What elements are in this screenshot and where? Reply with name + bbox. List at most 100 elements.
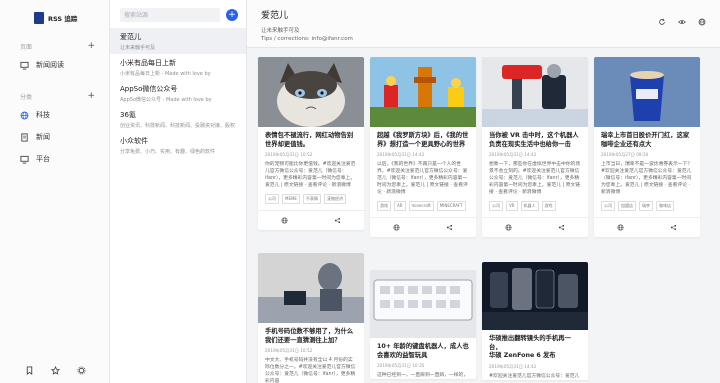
article-thumbnail <box>370 57 476 127</box>
globe-icon[interactable] <box>281 217 288 224</box>
page-title: 爱范儿 <box>261 11 289 21</box>
tag[interactable]: 游戏 <box>377 201 391 211</box>
card-actions <box>258 210 364 230</box>
source-item[interactable]: 36氪 创业资讯、科技新闻、科技新闻、投融资对接、股权 <box>110 106 246 132</box>
article-thumbnail <box>482 57 588 127</box>
globe-icon[interactable] <box>393 224 400 231</box>
source-subtitle: AppSo微信公众号 - Made with love by <box>120 97 212 103</box>
globe-icon[interactable] <box>617 224 624 231</box>
article-card[interactable]: 超越《我罗斯方块》后，《我的世界》想打造一个更具野心的世界 2019年05月31… <box>370 57 476 237</box>
card-date: 2019年05月31日 10:35 <box>377 363 425 368</box>
eye-icon[interactable] <box>678 18 686 26</box>
main-content: 爱范儿 让未来触手可及 Tips / corrections: info@ifa… <box>247 0 720 383</box>
nav-item-news-reading[interactable]: 新闻阅读 <box>0 54 109 76</box>
add-category-button[interactable]: + <box>87 91 95 101</box>
app-logo: RSS 追踪 <box>0 0 109 36</box>
refresh-icon[interactable] <box>658 18 666 26</box>
card-actions <box>370 217 476 237</box>
article-card[interactable]: 当你被 VR 击中时，这个机器人负责在现实生活中也给你一击 2019年05月31… <box>482 57 588 237</box>
tag[interactable]: 公司 <box>601 201 615 211</box>
tag[interactable]: MEME <box>282 194 300 204</box>
card-excerpt: 以后，《我的世界》不再只是一个人的世界。#欢迎关注爱范儿官方微信公众号：爱范儿（… <box>377 162 468 195</box>
nav-group-categories: 分类 + <box>0 88 109 104</box>
article-thumbnail <box>258 253 364 323</box>
feed-contact: Tips / corrections: info@ifanr.com <box>261 36 353 42</box>
nav-bottom-bar <box>0 366 110 375</box>
nav-item-label: 平台 <box>36 155 50 163</box>
card-title: 瑞幸上市首日股价开门红，这家咖啡企业还有点大 <box>601 132 690 148</box>
tag[interactable]: 瑞幸 <box>639 201 653 211</box>
tag[interactable]: VR <box>506 201 518 211</box>
nav-item-tech[interactable]: 科技 <box>0 104 109 126</box>
source-item[interactable]: 小米有品每日上新 小米有品每日上新 - Made with love by <box>110 54 246 80</box>
card-body: 瑞幸上市首日股价开门红，这家咖啡企业还有点大 2019年05月27日 09:50… <box>594 127 700 211</box>
article-card[interactable]: 瑞幸上市首日股价开门红，这家咖啡企业还有点大 2019年05月27日 09:50… <box>594 57 700 237</box>
card-date: 2019年05月31日 10:52 <box>265 348 313 353</box>
source-item[interactable]: AppSo微信公众号 AppSo微信公众号 - Made with love b… <box>110 80 246 106</box>
nav-item-news[interactable]: 新闻 <box>0 126 109 148</box>
nav-item-label: 新闻 <box>36 133 50 141</box>
article-thumbnail <box>258 57 364 127</box>
tag[interactable]: 机器人 <box>520 201 539 211</box>
source-title: 小米有品每日上新 <box>120 59 176 67</box>
tag[interactable]: AR <box>394 201 406 211</box>
phones-photo <box>482 262 588 330</box>
globe-icon <box>20 111 29 119</box>
share-icon[interactable] <box>670 224 677 231</box>
globe-icon[interactable] <box>698 18 706 26</box>
card-date: 2019年05月31日 14:42 <box>489 152 537 157</box>
nav-group-label: 页面 <box>20 43 33 51</box>
tag[interactable]: 加盟店 <box>618 201 636 211</box>
tag[interactable]: 不表情 <box>302 194 321 204</box>
source-subtitle: 让未来触手可及 <box>120 45 156 51</box>
nav-rail: RSS 追踪 页面 + 新闻阅读 分类 + 科技 新闻 平台 <box>0 0 110 383</box>
globe-icon[interactable] <box>505 224 512 231</box>
card-date: 2019年05月31日 10:52 <box>265 152 313 157</box>
tag[interactable]: minecraft <box>408 201 434 211</box>
star-icon[interactable] <box>50 366 60 375</box>
card-title-lead: 华硕推出翻转镜头的手机再一台， <box>489 335 571 351</box>
source-item[interactable]: 小众软件 分享免费、小巧、实用、有趣、绿色的软件 <box>110 132 246 158</box>
card-title: 表情包不褪流行，网红动物告别世界却更值钱。 <box>265 132 354 148</box>
tag[interactable]: 游戏 <box>541 201 556 211</box>
monitor-icon <box>20 61 29 70</box>
cat-photo <box>258 57 364 127</box>
tag-list: 游戏 AR minecraft MINECRAFT <box>377 201 469 211</box>
feed-subtitle: 让未来触手可及 <box>261 28 300 34</box>
add-source-button[interactable]: + <box>226 9 238 21</box>
logo-mark <box>34 12 44 24</box>
share-icon[interactable] <box>334 217 341 224</box>
gear-icon[interactable] <box>77 366 86 375</box>
tag[interactable]: MINECRAFT <box>436 201 466 211</box>
source-item[interactable]: 爱范儿 让未来触手可及 <box>110 28 246 54</box>
tag[interactable]: 公司 <box>489 201 503 211</box>
article-thumbnail <box>594 57 700 127</box>
card-title: 10+ 年龄的键盘机器人，成人也会喜欢的益智玩具 <box>377 343 469 359</box>
share-icon[interactable] <box>558 224 565 231</box>
article-card[interactable]: 10+ 年龄的键盘机器人，成人也会喜欢的益智玩具 2019年05月31日 10:… <box>370 270 476 379</box>
card-body: 手机号码位数不够用了，为什么我们还要一直猜测往上加？ 2019年05月31日 1… <box>258 323 364 383</box>
article-card[interactable]: 手机号码位数不够用了，为什么我们还要一直猜测往上加？ 2019年05月31日 1… <box>258 253 364 383</box>
source-title: 爱范儿 <box>120 33 141 41</box>
nav-group-label: 分类 <box>20 93 33 101</box>
search-input[interactable] <box>120 8 220 22</box>
add-page-button[interactable]: + <box>87 41 95 51</box>
card-excerpt: #欢迎关注爱范儿官方微信公众号：爱范儿 <box>489 373 580 379</box>
nav-item-platform[interactable]: 平台 <box>0 148 109 170</box>
tag[interactable]: 宠物经济 <box>323 194 346 204</box>
coffee-cup-photo <box>594 57 700 127</box>
nav-group-pages: 页面 + <box>0 38 109 54</box>
card-title: 超越《我罗斯方块》后，《我的世界》想打造一个更具野心的世界 <box>377 132 469 148</box>
card-title: 华硕 ZenFone 6 发布 <box>489 352 556 359</box>
article-card[interactable]: 华硕推出翻转镜头的手机再一台， 华硕 ZenFone 6 发布 2019年05月… <box>482 262 588 380</box>
tag[interactable]: 咖啡店 <box>656 201 674 211</box>
feed-header: 爱范儿 让未来触手可及 Tips / corrections: info@ifa… <box>247 0 720 48</box>
card-date: 2019年05月27日 09:50 <box>601 152 649 157</box>
article-card[interactable]: 表情包不褪流行，网红动物告别世界却更值钱。 2019年05月31日 10:52 … <box>258 57 364 230</box>
bookmark-icon[interactable] <box>25 366 34 375</box>
source-subtitle: 分享免费、小巧、实用、有趣、绿色的软件 <box>120 149 216 155</box>
source-title: 小众软件 <box>120 137 148 145</box>
tag[interactable]: 公司 <box>265 194 279 204</box>
share-icon[interactable] <box>446 224 453 231</box>
card-excerpt: 你的宠物可能比你更值钱。#欢迎关注爱范儿官方微信公众号：爱范儿（微信号：ifan… <box>265 162 356 188</box>
